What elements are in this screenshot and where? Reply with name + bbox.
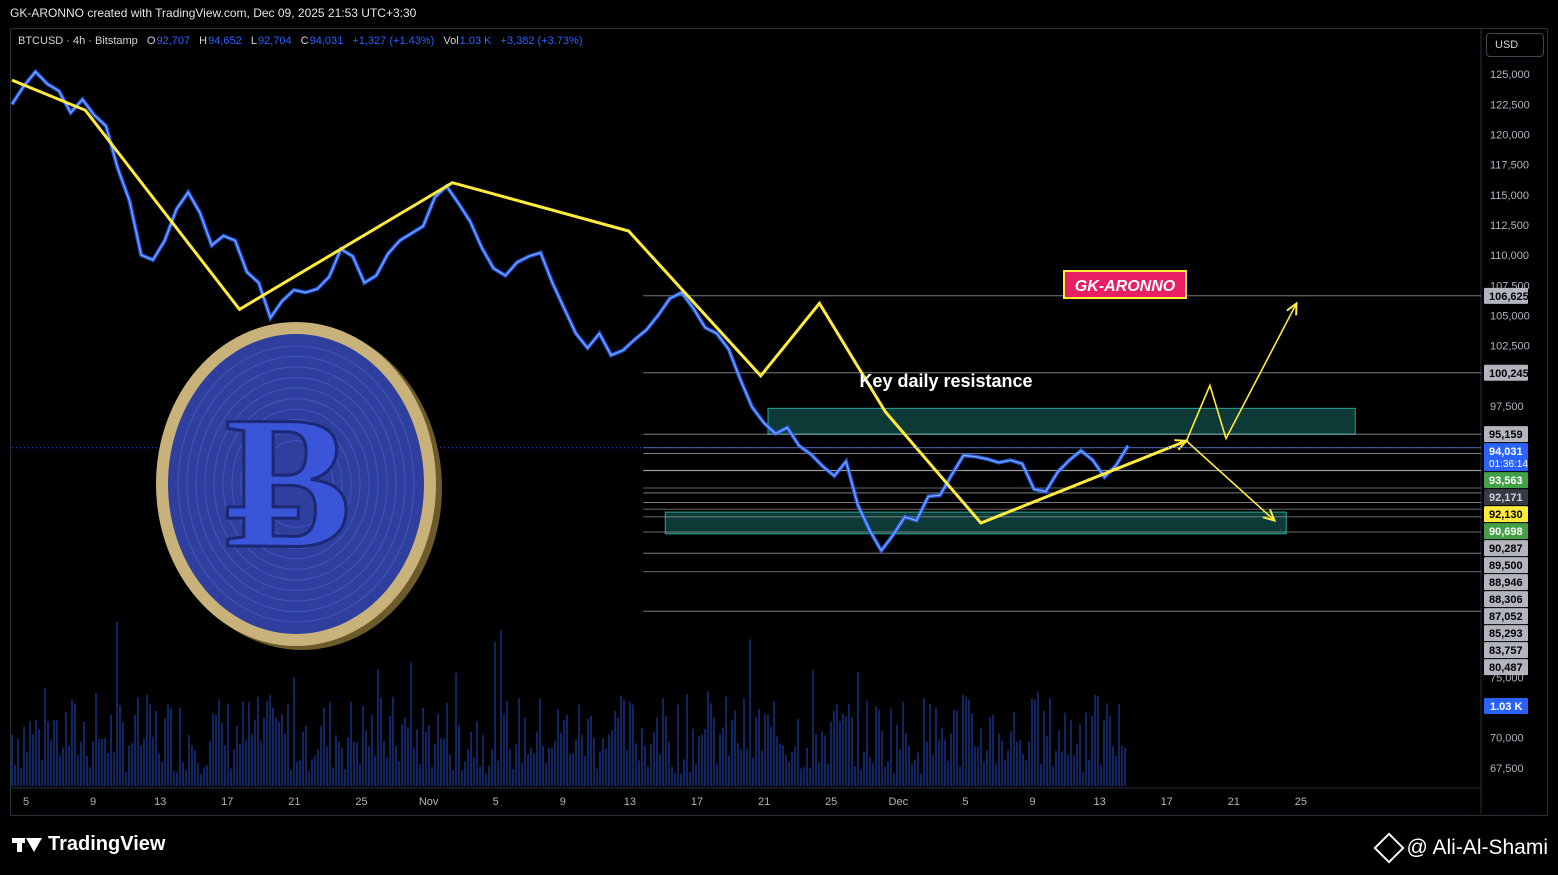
x-tick-label: 21 [758,796,770,808]
y-tick-label: 67,500 [1490,763,1524,775]
bitcoin-icon: Ƀ [225,378,352,588]
y-tick-label: 105,000 [1490,310,1530,322]
projection-down [1185,440,1276,522]
high-value: 94,652 [208,35,242,47]
price-level-label: 92,130 [1489,509,1523,521]
price-level-label: 93,563 [1489,475,1523,487]
tradingview-icon [12,836,42,854]
high-label: H [199,35,208,47]
symbol-name[interactable]: BTCUSD · 4h · Bitstamp [18,35,138,47]
low-label: L [250,35,257,47]
x-tick-label: 17 [221,796,233,808]
close-value: 94,031 [309,35,344,47]
x-tick-label: Nov [419,796,439,808]
x-tick-label: 25 [355,796,367,808]
x-tick-label: 21 [1228,796,1240,808]
volume-axis-label: 1.03 K [1490,701,1522,713]
y-tick-label: 102,500 [1490,341,1530,353]
currency-button[interactable]: USD [1486,33,1544,57]
close-label: C [300,35,309,47]
symbol-info-bar: BTCUSD · 4h · Bitstamp O92,707 H94,652 L… [18,35,582,47]
x-tick-label: 5 [493,796,499,808]
x-tick-label: 9 [1029,796,1035,808]
x-tick-label: 9 [560,796,566,808]
x-tick-label: 5 [962,796,968,808]
open-value: 92,707 [156,35,191,47]
x-tick-label: 17 [1161,796,1173,808]
price-level-label: 94,031 [1489,446,1523,458]
y-tick-label: 120,000 [1490,129,1530,141]
author-name: @ Ali-Al-Shami [1406,836,1548,859]
price-level-label: 95,159 [1489,429,1523,441]
key-resistance-annotation: Key daily resistance [859,371,1032,391]
x-tick-label: 5 [23,796,29,808]
binance-icon [1373,832,1406,864]
y-tick-label: 112,500 [1490,220,1529,232]
countdown-label: 01:36:14 [1489,459,1528,470]
x-tick-label: 13 [154,796,166,808]
y-tick-label: 125,000 [1490,69,1530,81]
open-label: O [146,35,156,47]
y-tick-label: 117,500 [1490,160,1529,172]
volume-label: Vol [443,35,459,47]
author-credit: @ Ali-Al-Shami [1373,832,1548,864]
price-level-label: 85,293 [1489,628,1523,640]
y-tick-label: 97,500 [1490,401,1524,413]
price-level-label: 89,500 [1489,560,1523,572]
tradingview-brand: TradingView [48,833,166,855]
volume-change: +3,382 (+3.73%) [500,35,583,47]
brand-annotation: GK-ARONNO [1075,278,1176,295]
x-tick-label: 13 [1093,796,1105,808]
x-tick-label: 13 [624,796,636,808]
x-tick-label: 25 [1295,796,1307,808]
price-level-label: 90,287 [1489,543,1523,555]
price-level-label: 92,171 [1489,492,1523,504]
price-level-label: 88,946 [1489,577,1523,589]
x-tick-label: 25 [825,796,837,808]
x-tick-label: 17 [691,796,703,808]
low-value: 92,704 [257,35,292,47]
x-tick-label: 21 [288,796,300,808]
x-tick-label: Dec [889,796,909,808]
price-level-label: 100,245 [1489,368,1529,380]
y-tick-label: 70,000 [1490,733,1524,745]
change-value: +1,327 (+1.43%) [352,35,435,47]
price-level-label: 88,306 [1489,594,1523,606]
volume-value: 1.03 K [459,35,492,47]
price-level-label: 87,052 [1489,611,1523,623]
tradingview-logo[interactable]: TradingView [12,833,165,856]
x-tick-label: 9 [90,796,96,808]
y-tick-label: 122,500 [1490,99,1530,111]
price-level-label: 83,757 [1489,645,1523,657]
y-tick-label: 110,000 [1490,250,1529,262]
price-chart[interactable]: 125,000 122,500 120,000 117,500 115,000 112,5… [0,0,1558,875]
support-resistance-zone [767,407,1356,435]
price-level-label: 106,625 [1489,291,1529,303]
price-level-label: 80,487 [1489,662,1523,674]
price-level-label: 90,698 [1489,526,1523,538]
y-tick-label: 115,000 [1490,190,1529,202]
